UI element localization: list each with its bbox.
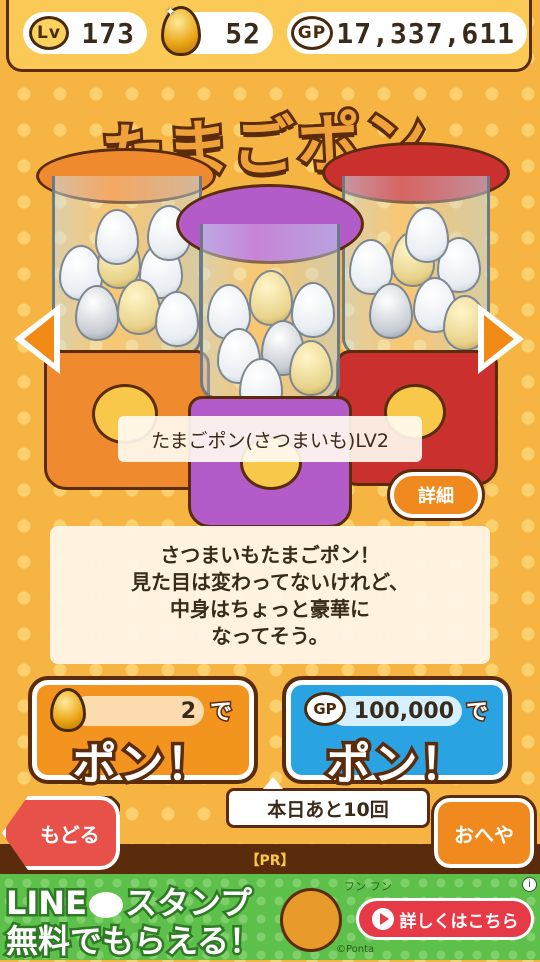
egg-cost: 2	[72, 696, 204, 726]
gp-display: GP 17,337,611	[287, 12, 527, 54]
ad-info-icon[interactable]: i	[522, 877, 537, 892]
golden-egg-icon	[50, 688, 86, 732]
gp-cost: 100,000	[330, 696, 462, 726]
play-icon	[371, 908, 394, 930]
ad-details-button[interactable]: 詳しくはこちら	[356, 898, 534, 940]
pon-label: ポン！	[323, 736, 468, 794]
right-arrow-icon[interactable]	[478, 304, 524, 374]
gp-coin-icon: GP	[304, 692, 346, 726]
blender-purple-selected[interactable]	[176, 180, 366, 530]
ad-credit: ©Ponta	[336, 944, 375, 955]
pon-with-eggs-button[interactable]: 2 で ポン！	[28, 676, 258, 794]
mascot-icon	[280, 888, 342, 952]
ad-headline-2: 無料でもらえる！	[3, 920, 263, 962]
blender-jar	[200, 224, 340, 400]
left-arrow-icon[interactable]	[14, 304, 60, 374]
description-line: 中身はちょっと豪華に	[170, 597, 370, 621]
gp-coin-icon: GP	[291, 16, 333, 50]
pon-with-gp-button[interactable]: 100,000 GP で ポン！	[282, 676, 512, 794]
ad-sound-text: フン フン	[344, 880, 392, 893]
golden-egg-count: 52	[225, 16, 261, 50]
description-line: 見た目は変わってないけれど、	[131, 570, 409, 594]
machine-name-label: たまごポン(さつまいも)LV2	[118, 416, 422, 462]
golden-egg-display: ✦ 52	[161, 0, 273, 56]
description-line: なってそう。	[211, 624, 329, 648]
detail-button[interactable]: 詳細	[387, 469, 485, 521]
room-button[interactable]: おへや	[431, 795, 537, 871]
sparkle-icon: ✦	[165, 0, 177, 21]
description-box: さつまいもたまごポン！ 見た目は変わってないけれど、 中身はちょっと豪華に なっ…	[50, 526, 490, 664]
description-line: さつまいもたまごポン！	[160, 543, 380, 567]
level-value: 173	[81, 16, 135, 50]
level-badge-icon: Lv	[29, 16, 69, 50]
cost-suffix: で	[464, 699, 489, 727]
line-logo-icon	[88, 892, 123, 918]
status-bar: Lv 173 ✦ 52 GP 17,337,611	[6, 0, 532, 72]
pon-label: ポン！	[69, 736, 214, 794]
gp-value: 17,337,611	[336, 16, 515, 50]
remaining-today-label: 本日あと10回	[226, 777, 430, 828]
level-display: Lv 173	[23, 12, 147, 54]
cost-suffix: で	[208, 699, 233, 727]
